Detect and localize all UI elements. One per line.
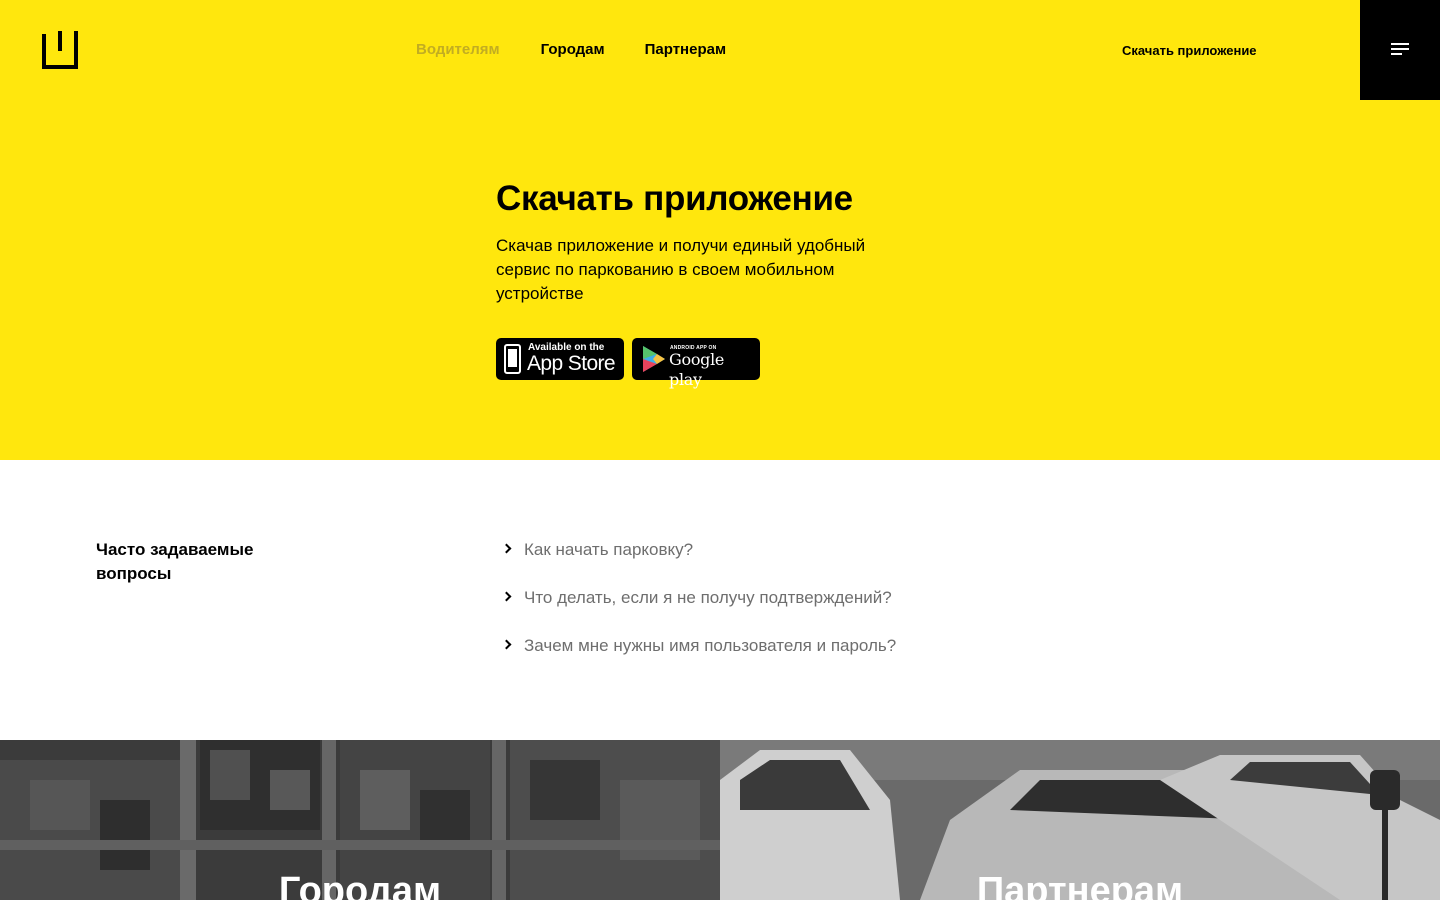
logo-icon[interactable]	[42, 31, 78, 69]
iphone-icon	[504, 344, 521, 374]
faq-question: Что делать, если я не получу подтвержден…	[524, 588, 892, 607]
app-store-label: App Store	[527, 352, 616, 375]
nav-partners[interactable]: Партнерам	[645, 40, 726, 60]
hero-description: Скачав приложение и получи единый удобны…	[496, 236, 866, 303]
menu-button[interactable]	[1360, 0, 1440, 100]
faq-heading: Часто задаваемые вопросы	[96, 540, 254, 583]
nav-cities[interactable]: Городам	[541, 40, 605, 60]
chevron-right-icon	[501, 639, 512, 650]
hero-title: Скачать приложение	[496, 179, 853, 218]
faq-question: Зачем мне нужны имя пользователя и парол…	[524, 636, 897, 655]
main-nav: Водителям Городам Партнерам	[416, 40, 726, 60]
google-play-icon	[643, 346, 665, 372]
hero-section: Водителям Городам Партнерам Скачать прил…	[0, 0, 1440, 460]
chevron-right-icon	[501, 543, 512, 554]
faq-question: Как начать парковку?	[524, 540, 694, 559]
chevron-right-icon	[501, 591, 512, 602]
nav-drivers[interactable]: Водителям	[416, 40, 500, 60]
google-play-label: Google play	[669, 350, 725, 389]
header-download-link[interactable]: Скачать приложение	[1122, 42, 1257, 60]
partners-tile[interactable]: Партнерам	[720, 740, 1440, 900]
partners-tile-title: Партнерам	[976, 870, 1184, 900]
app-store-button[interactable]: Available on the App Store	[496, 338, 624, 380]
cities-tile-title: Городам	[278, 870, 442, 900]
cities-tile[interactable]: Городам	[0, 740, 720, 900]
google-play-button[interactable]: ANDROID APP ON Google play	[632, 338, 760, 389]
